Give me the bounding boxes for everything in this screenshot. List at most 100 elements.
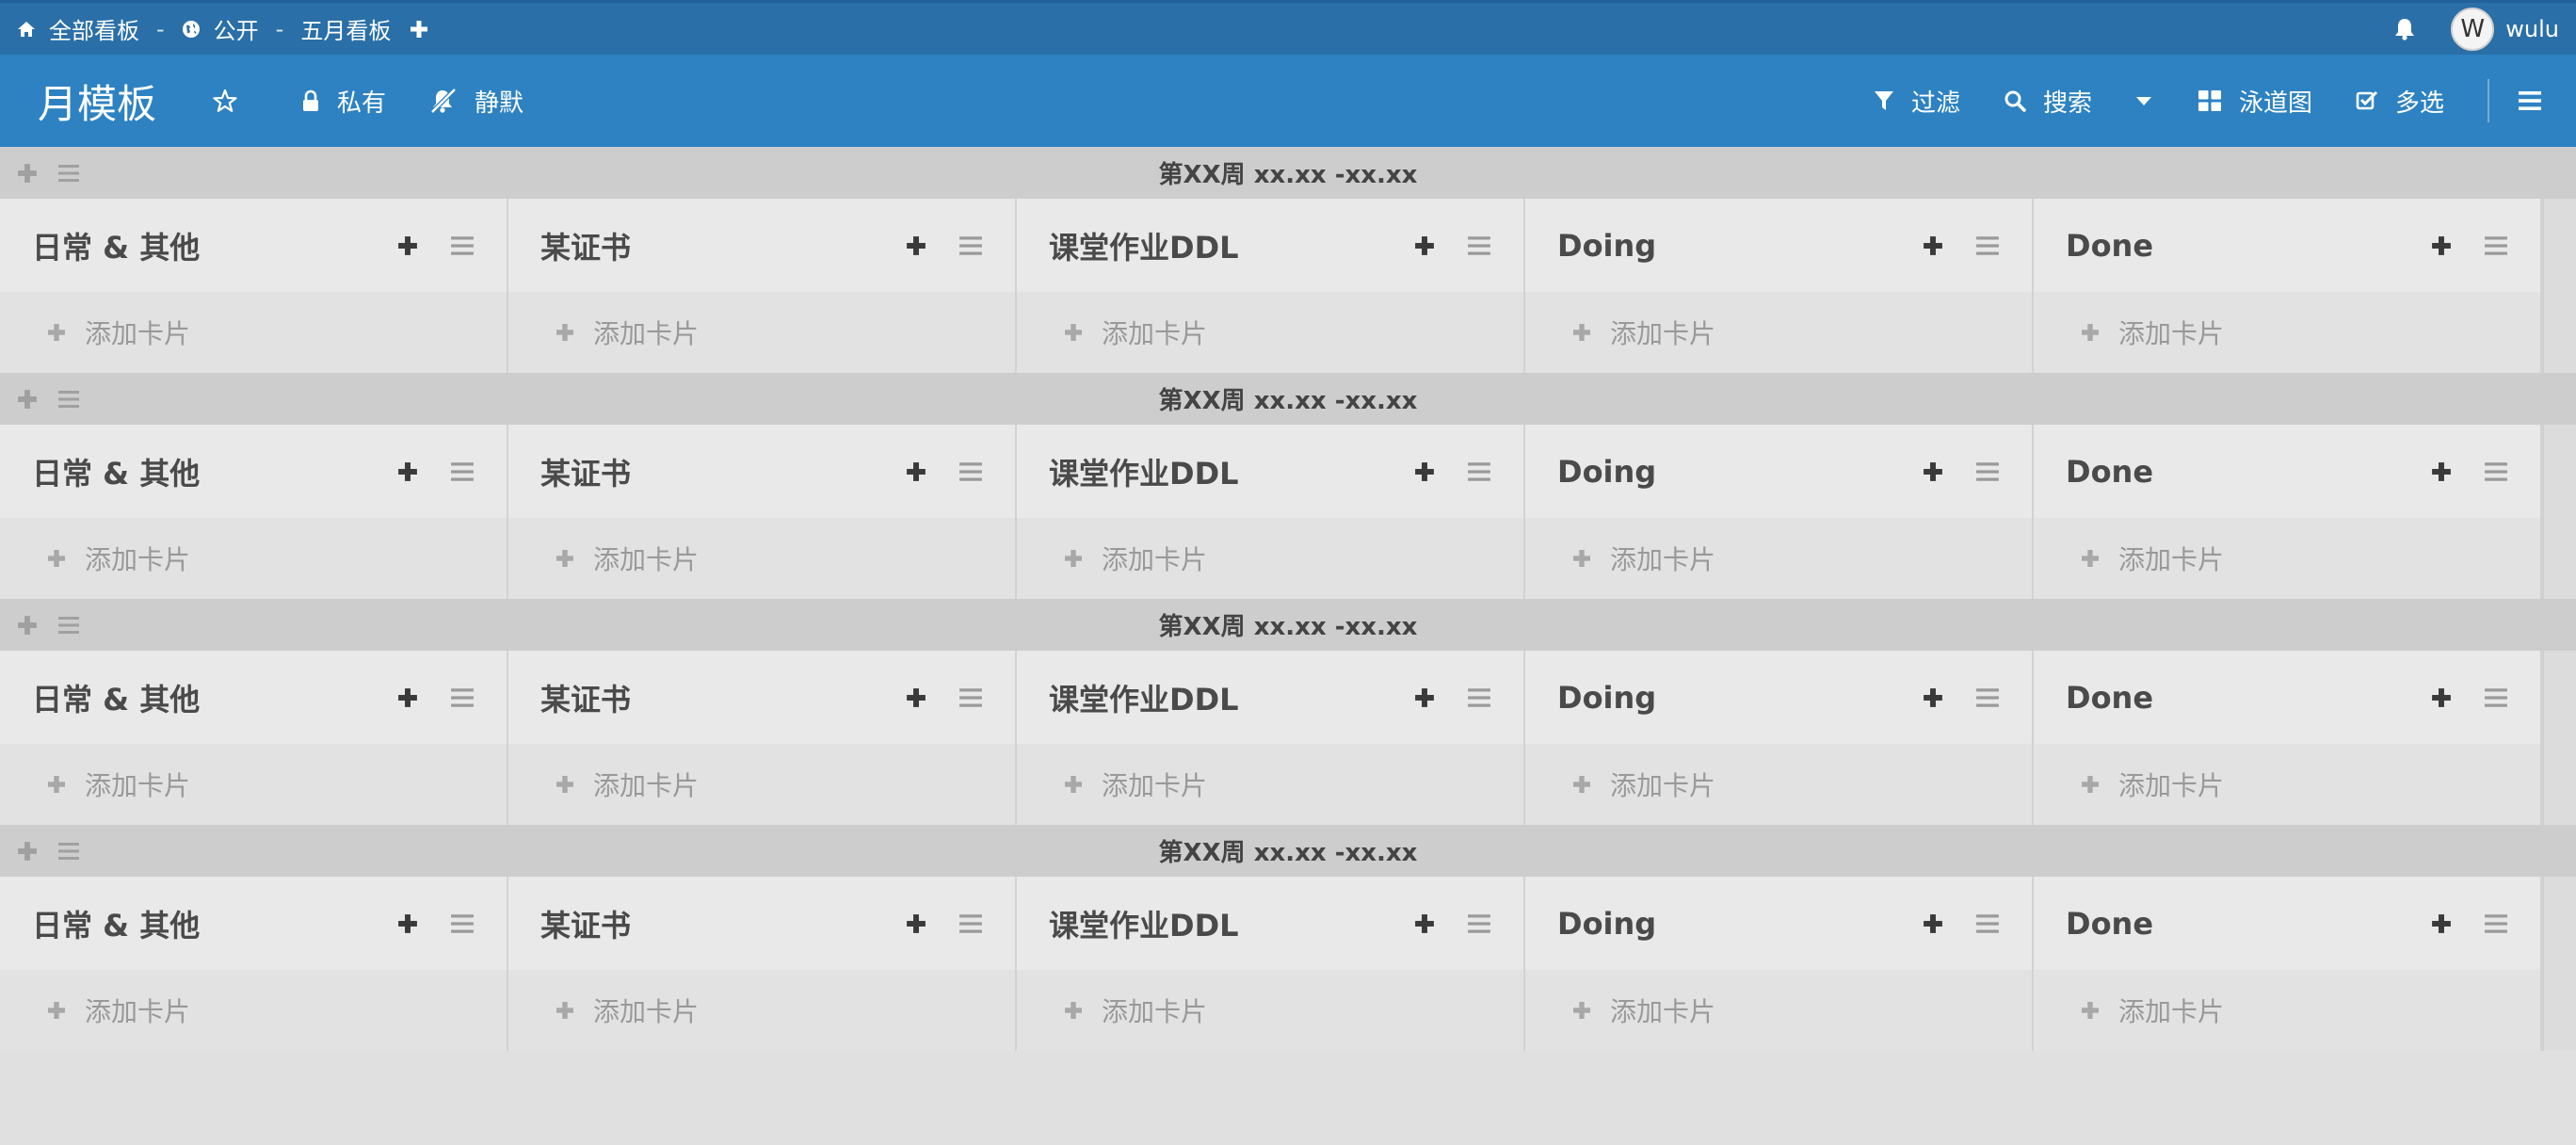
- view-dropdown-button[interactable]: [2135, 95, 2169, 106]
- add-card-plus-icon[interactable]: [1414, 461, 1435, 482]
- list-header[interactable]: 日常 & 其他: [0, 651, 507, 744]
- add-card-plus-icon[interactable]: [2431, 461, 2452, 482]
- list-menu-icon[interactable]: [1975, 913, 2000, 934]
- add-card-button[interactable]: 添加卡片: [2034, 292, 2540, 373]
- list-title[interactable]: Done: [2066, 228, 2431, 264]
- list-title[interactable]: 日常 & 其他: [32, 450, 397, 493]
- add-card-plus-icon[interactable]: [2431, 235, 2452, 256]
- list-header[interactable]: 某证书: [508, 651, 1015, 744]
- list-header[interactable]: 课堂作业DDL: [1017, 425, 1523, 518]
- add-card-plus-icon[interactable]: [397, 687, 418, 708]
- filter-button[interactable]: 过滤: [1874, 84, 1960, 119]
- add-card-button[interactable]: 添加卡片: [1017, 744, 1523, 825]
- list-header[interactable]: 日常 & 其他: [0, 877, 507, 970]
- list-title[interactable]: 某证书: [540, 902, 906, 945]
- list-title[interactable]: 日常 & 其他: [32, 224, 397, 267]
- add-card-button[interactable]: 添加卡片: [508, 744, 1015, 825]
- add-card-plus-icon[interactable]: [906, 687, 926, 708]
- list-title[interactable]: 日常 & 其他: [32, 902, 397, 945]
- add-card-button[interactable]: 添加卡片: [1017, 518, 1523, 599]
- add-card-plus-icon[interactable]: [1414, 235, 1435, 256]
- list-menu-icon[interactable]: [1975, 687, 2000, 708]
- add-card-plus-icon[interactable]: [397, 235, 418, 256]
- add-card-button[interactable]: 添加卡片: [508, 970, 1015, 1051]
- add-card-button[interactable]: 添加卡片: [1525, 292, 2032, 373]
- list-menu-icon[interactable]: [1975, 461, 2000, 482]
- list-header[interactable]: 某证书: [508, 877, 1015, 970]
- list-menu-icon[interactable]: [2484, 913, 2508, 934]
- list-title[interactable]: Doing: [1557, 680, 1923, 716]
- add-card-plus-icon[interactable]: [1923, 461, 1943, 482]
- list-header[interactable]: Done: [2034, 199, 2540, 292]
- add-card-button[interactable]: 添加卡片: [2034, 970, 2540, 1051]
- board-title[interactable]: 月模板: [38, 73, 156, 130]
- list-menu-icon[interactable]: [1975, 235, 2000, 256]
- add-card-plus-icon[interactable]: [906, 235, 926, 256]
- list-header[interactable]: Doing: [1525, 425, 2032, 518]
- list-title[interactable]: Done: [2066, 680, 2431, 716]
- list-title[interactable]: 课堂作业DDL: [1049, 450, 1414, 493]
- swimlane-menu-icon[interactable]: [56, 164, 81, 183]
- add-card-plus-icon[interactable]: [1923, 235, 1943, 256]
- list-title[interactable]: 某证书: [540, 224, 906, 267]
- list-menu-icon[interactable]: [1467, 687, 1491, 708]
- private-button[interactable]: 私有: [301, 84, 386, 119]
- mute-button[interactable]: 静默: [429, 84, 523, 119]
- list-menu-icon[interactable]: [2484, 461, 2508, 482]
- swimlane-title[interactable]: 第XX周 xx.xx -xx.xx: [0, 607, 2576, 642]
- add-card-button[interactable]: 添加卡片: [1017, 292, 1523, 373]
- list-menu-icon[interactable]: [2484, 687, 2508, 708]
- add-card-plus-icon[interactable]: [397, 913, 418, 934]
- list-header[interactable]: 课堂作业DDL: [1017, 877, 1523, 970]
- add-card-button[interactable]: 添加卡片: [1017, 970, 1523, 1051]
- add-card-plus-icon[interactable]: [397, 461, 418, 482]
- add-card-plus-icon[interactable]: [2431, 913, 2452, 934]
- list-menu-icon[interactable]: [1467, 235, 1491, 256]
- add-swimlane-icon[interactable]: [17, 163, 38, 184]
- add-card-plus-icon[interactable]: [1923, 913, 1943, 934]
- add-card-button[interactable]: 添加卡片: [1525, 744, 2032, 825]
- add-card-button[interactable]: 添加卡片: [0, 292, 507, 373]
- swimlane-menu-icon[interactable]: [56, 616, 81, 635]
- add-card-plus-icon[interactable]: [1414, 687, 1435, 708]
- add-card-button[interactable]: 添加卡片: [0, 518, 507, 599]
- list-header[interactable]: Doing: [1525, 651, 2032, 744]
- list-title[interactable]: 课堂作业DDL: [1049, 902, 1414, 945]
- add-swimlane-icon[interactable]: [17, 841, 38, 862]
- add-card-plus-icon[interactable]: [2431, 687, 2452, 708]
- list-header[interactable]: 某证书: [508, 425, 1015, 518]
- list-header[interactable]: Done: [2034, 651, 2540, 744]
- list-header[interactable]: 某证书: [508, 199, 1015, 292]
- add-swimlane-icon[interactable]: [17, 615, 38, 636]
- hamburger-menu-icon[interactable]: [2518, 90, 2542, 111]
- list-header[interactable]: Done: [2034, 877, 2540, 970]
- swimlane-title[interactable]: 第XX周 xx.xx -xx.xx: [0, 381, 2576, 416]
- search-button[interactable]: 搜索: [2004, 84, 2092, 119]
- list-menu-icon[interactable]: [1467, 913, 1491, 934]
- list-menu-icon[interactable]: [450, 913, 475, 934]
- list-title[interactable]: 课堂作业DDL: [1049, 676, 1414, 719]
- add-board-icon[interactable]: [410, 20, 428, 39]
- add-card-button[interactable]: 添加卡片: [2034, 744, 2540, 825]
- username-label[interactable]: wulu: [2505, 16, 2559, 42]
- add-card-button[interactable]: 添加卡片: [1525, 518, 2032, 599]
- swimlane-title[interactable]: 第XX周 xx.xx -xx.xx: [0, 833, 2576, 868]
- list-title[interactable]: Doing: [1557, 906, 1923, 942]
- list-menu-icon[interactable]: [1467, 461, 1491, 482]
- list-menu-icon[interactable]: [958, 461, 983, 482]
- list-menu-icon[interactable]: [958, 687, 983, 708]
- breadcrumb-all-boards[interactable]: 全部看板: [17, 12, 139, 45]
- list-title[interactable]: Done: [2066, 906, 2431, 942]
- list-header[interactable]: 课堂作业DDL: [1017, 651, 1523, 744]
- list-menu-icon[interactable]: [958, 235, 983, 256]
- list-menu-icon[interactable]: [450, 687, 475, 708]
- swimlane-title[interactable]: 第XX周 xx.xx -xx.xx: [0, 155, 2576, 190]
- add-card-button[interactable]: 添加卡片: [0, 744, 507, 825]
- add-card-button[interactable]: 添加卡片: [508, 292, 1015, 373]
- list-menu-icon[interactable]: [450, 461, 475, 482]
- breadcrumb-visibility[interactable]: 公开: [182, 12, 259, 45]
- add-card-button[interactable]: 添加卡片: [0, 970, 507, 1051]
- list-title[interactable]: 某证书: [540, 676, 906, 719]
- add-card-plus-icon[interactable]: [906, 913, 926, 934]
- add-swimlane-icon[interactable]: [17, 389, 38, 410]
